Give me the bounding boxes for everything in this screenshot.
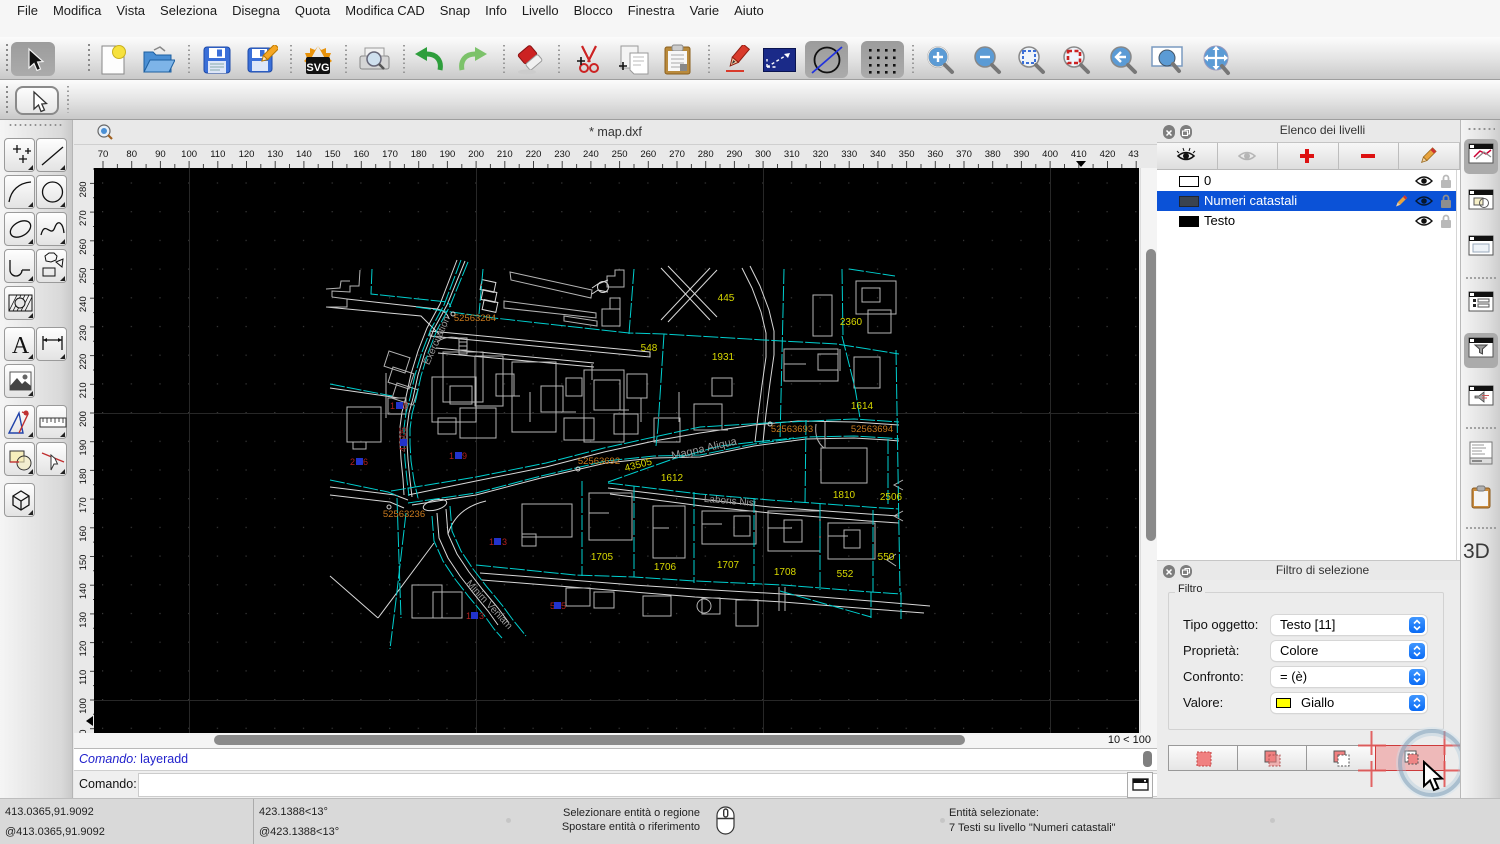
svg-text:280: 280 (78, 181, 89, 197)
svg-text:130: 130 (78, 612, 89, 628)
svg-text:100: 100 (78, 698, 89, 714)
svg-text:120: 120 (78, 641, 89, 657)
svg-text:110: 110 (210, 149, 225, 160)
svg-text:310: 310 (784, 149, 800, 160)
svg-text:240: 240 (78, 296, 89, 312)
svg-text:410: 410 (1071, 149, 1087, 160)
svg-text:3: 3 (502, 537, 507, 547)
svg-text:52563693: 52563693 (771, 424, 813, 435)
svg-text:250: 250 (612, 149, 628, 160)
svg-text:90: 90 (155, 149, 166, 160)
svg-text:1: 1 (489, 537, 494, 547)
svg-text:3: 3 (479, 611, 484, 621)
svg-text:6: 6 (363, 457, 368, 467)
svg-text:260: 260 (78, 239, 89, 255)
svg-text:140: 140 (296, 149, 312, 160)
svg-text:80: 80 (126, 149, 137, 160)
svg-text:270: 270 (669, 149, 685, 160)
svg-text:1612: 1612 (661, 473, 684, 484)
svg-text:160: 160 (78, 526, 89, 542)
svg-text:190: 190 (439, 149, 455, 160)
svg-text:52563694: 52563694 (851, 424, 893, 435)
svg-text:52563236: 52563236 (383, 509, 425, 520)
svg-text:1: 1 (466, 611, 471, 621)
svg-text:445: 445 (718, 293, 735, 304)
svg-text:180: 180 (411, 149, 427, 160)
svg-text:250: 250 (78, 268, 89, 284)
svg-text:210: 210 (497, 149, 513, 160)
svg-text:400: 400 (1042, 149, 1058, 160)
svg-text:552: 552 (837, 569, 854, 580)
svg-text:270: 270 (78, 210, 89, 226)
svg-text:150: 150 (78, 555, 89, 571)
svg-text:110: 110 (78, 670, 89, 685)
svg-text:130: 130 (267, 149, 283, 160)
svg-text:230: 230 (554, 149, 570, 160)
svg-text:300: 300 (755, 149, 771, 160)
svg-text:A: A (12, 333, 30, 359)
svg-text:230: 230 (78, 325, 89, 341)
svg-text:1: 1 (449, 451, 454, 461)
svg-text:200: 200 (78, 411, 89, 427)
svg-text:1707: 1707 (717, 560, 740, 571)
svg-text:160: 160 (353, 149, 369, 160)
svg-text:1931: 1931 (712, 352, 735, 363)
svg-text:200: 200 (468, 149, 484, 160)
svg-text:280: 280 (698, 149, 714, 160)
svg-text:1708: 1708 (774, 567, 797, 578)
svg-text:9: 9 (462, 451, 467, 461)
svg-text:1810: 1810 (833, 490, 856, 501)
svg-text:340: 340 (870, 149, 886, 160)
svg-text:52563284: 52563284 (454, 313, 496, 324)
svg-text:2506: 2506 (880, 492, 903, 503)
svg-text:180: 180 (78, 468, 89, 484)
svg-text:430: 430 (1128, 149, 1139, 160)
svg-text:170: 170 (382, 149, 398, 160)
svg-text:260: 260 (640, 149, 656, 160)
svg-text:330: 330 (841, 149, 857, 160)
svg-text:370: 370 (956, 149, 972, 160)
svg-text:1: 1 (390, 401, 395, 411)
svg-text:2360: 2360 (840, 317, 863, 328)
svg-text:210: 210 (78, 382, 89, 398)
svg-text:320: 320 (813, 149, 829, 160)
svg-text:360: 360 (927, 149, 943, 160)
svg-text:5: 5 (561, 601, 566, 611)
svg-text:100: 100 (181, 149, 197, 160)
svg-text:1706: 1706 (654, 562, 677, 573)
svg-text:240: 240 (583, 149, 599, 160)
svg-text:548: 548 (641, 343, 658, 354)
svg-text:170: 170 (78, 497, 89, 513)
svg-text:150: 150 (325, 149, 341, 160)
svg-text:420: 420 (1100, 149, 1116, 160)
svg-text:0: 0 (403, 401, 408, 411)
svg-text:390: 390 (1013, 149, 1029, 160)
svg-text:220: 220 (526, 149, 542, 160)
svg-text:70: 70 (98, 149, 109, 160)
svg-text:140: 140 (78, 583, 89, 599)
svg-text:190: 190 (78, 440, 89, 456)
svg-text:2: 2 (350, 457, 355, 467)
svg-text:1705: 1705 (591, 552, 614, 563)
svg-text:550: 550 (878, 552, 895, 563)
svg-text:52563692: 52563692 (578, 456, 620, 467)
svg-text:220: 220 (78, 354, 89, 370)
svg-text:380: 380 (985, 149, 1001, 160)
svg-text:290: 290 (726, 149, 742, 160)
svg-text:1614: 1614 (851, 401, 874, 412)
svg-text:350: 350 (899, 149, 915, 160)
svg-text:120: 120 (239, 149, 255, 160)
svg-text:SVG: SVG (306, 62, 329, 74)
